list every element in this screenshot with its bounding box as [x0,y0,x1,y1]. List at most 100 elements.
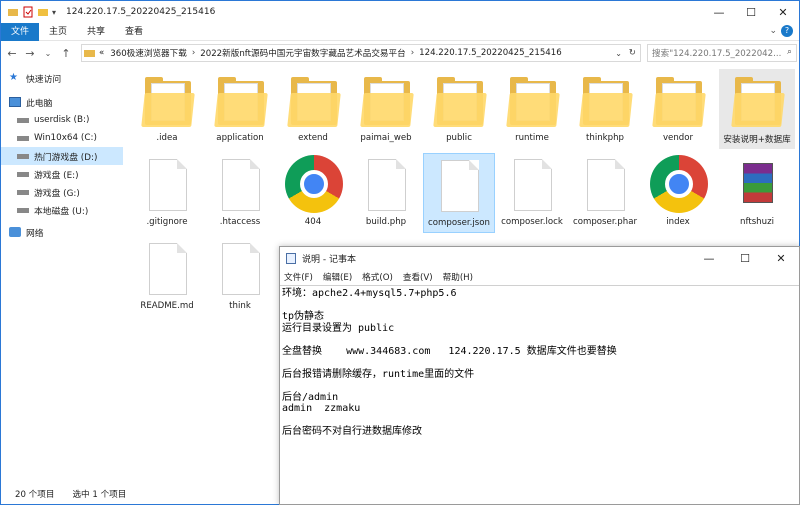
file-item[interactable]: index [642,153,714,233]
folder-icon [84,50,95,57]
folder-item[interactable]: runtime [496,69,568,149]
search-input[interactable]: 搜索"124.220.17.5_2022042... ⌕ [647,44,797,62]
notepad-maximize-button[interactable]: ☐ [727,247,763,269]
text-line [282,380,797,392]
notepad-close-button[interactable]: ✕ [763,247,799,269]
file-item[interactable]: README.md [131,237,203,317]
help-icon[interactable]: ? [781,25,793,37]
address-bar[interactable]: « 360极速浏览器下载 › 2022新版nft源码中国元宇宙数字藏品艺术品交易… [81,44,641,62]
file-name: README.md [140,301,194,311]
computer-icon [9,97,21,107]
document-icon [222,243,260,295]
sidebar-item-drive-e[interactable]: 游戏盘 (E:) [1,165,123,183]
qat-dropdown-icon[interactable]: ▾ [52,8,56,17]
breadcrumb-chevron-icon[interactable]: › [192,48,195,58]
folder-icon [8,9,18,16]
file-name: build.php [365,217,407,227]
file-name: extend [298,133,328,143]
navigation-pane: ★ 快速访问 此电脑 userdisk (B:) Win10x64 (C:) 热… [1,69,123,484]
recent-dropdown-icon[interactable]: ⌄ [41,49,55,58]
menu-edit[interactable]: 编辑(E) [323,271,352,283]
sidebar-item-drive-u[interactable]: 本地磁盘 (U:) [1,201,123,219]
breadcrumb-segment[interactable]: 360极速浏览器下载 [110,47,187,59]
folder-item[interactable]: extend [277,69,349,149]
refresh-icon[interactable]: ↻ [629,48,636,58]
file-item[interactable]: composer.lock [496,153,568,233]
up-arrow-icon[interactable]: ↑ [59,47,73,60]
notepad-icon [286,252,296,264]
drive-icon [17,153,29,159]
file-name: .idea [156,133,178,143]
menu-help[interactable]: 帮助(H) [443,271,473,283]
folder-item[interactable]: application [204,69,276,149]
sidebar-item-this-pc[interactable]: 此电脑 [1,93,123,111]
expand-ribbon-icon[interactable]: ⌄ [769,26,777,36]
folder-item[interactable]: vendor [642,69,714,149]
folder-item[interactable]: 安装说明+数据库 [719,69,795,149]
minimize-button[interactable]: — [703,1,735,23]
drive-icon [17,135,29,141]
forward-arrow-icon[interactable]: → [23,47,37,60]
text-line [282,334,797,346]
search-icon[interactable]: ⌕ [787,47,792,57]
navigation-bar: ← → ⌄ ↑ « 360极速浏览器下载 › 2022新版nft源码中国元宇宙数… [1,42,799,64]
text-line: 后台报错请删除缓存，runtime里面的文件 [282,368,475,380]
notepad-minimize-button[interactable]: — [691,247,727,269]
tab-file[interactable]: 文件 [1,22,40,41]
search-placeholder: 搜索"124.220.17.5_2022042... [652,49,782,59]
folder-item[interactable]: thinkphp [569,69,641,149]
file-name: runtime [515,133,549,143]
drive-icon [17,207,29,213]
sidebar-item-network[interactable]: 网络 [1,223,123,241]
drive-icon [17,189,29,195]
file-item[interactable]: nftshuzi [719,153,795,233]
breadcrumb-chevron-icon[interactable]: › [411,48,414,58]
breadcrumb-prefix[interactable]: « [99,48,104,58]
text-line: 环境：apche2.4+mysql5.7+php5.6 [282,288,457,299]
address-dropdown-icon[interactable]: ⌄ [615,49,622,58]
file-item[interactable]: composer.json [423,153,495,233]
document-icon [149,243,187,295]
menu-format[interactable]: 格式(O) [362,271,393,283]
sidebar-item-drive-d[interactable]: 热门游戏盘 (D:) [1,147,123,165]
title-bar: ▾ 124.220.17.5_20220425_215416 — ☐ ✕ [1,1,799,23]
document-icon [587,159,625,211]
file-item[interactable]: .gitignore [131,153,203,233]
document-icon [441,160,479,212]
document-icon [514,159,552,211]
file-name: paimai_web [360,133,412,143]
back-arrow-icon[interactable]: ← [5,47,19,60]
file-name: index [666,217,690,227]
text-line [282,357,797,369]
menu-file[interactable]: 文件(F) [284,271,313,283]
file-item[interactable]: 404 [277,153,349,233]
quick-access-toolbar: ▾ [1,6,56,18]
tab-home[interactable]: 主页 [39,23,77,41]
new-folder-icon[interactable] [37,6,49,18]
sidebar-item-quick-access[interactable]: ★ 快速访问 [1,69,123,87]
tab-share[interactable]: 共享 [77,23,115,41]
folder-item[interactable]: paimai_web [350,69,422,149]
file-item[interactable]: think [204,237,276,317]
sidebar-item-drive-c[interactable]: Win10x64 (C:) [1,129,123,147]
sidebar-item-drive-g[interactable]: 游戏盘 (G:) [1,183,123,201]
notepad-window: 说明 - 记事本 — ☐ ✕ 文件(F) 编辑(E) 格式(O) 查看(V) 帮… [279,246,800,505]
notepad-text-area[interactable]: 环境：apche2.4+mysql5.7+php5.6 tp伪静态 运行目录设置… [280,285,799,505]
file-name: 安装说明+数据库 [723,135,791,145]
file-item[interactable]: composer.phar [569,153,641,233]
file-item[interactable]: build.php [350,153,422,233]
folder-item[interactable]: .idea [131,69,203,149]
sidebar-item-drive-b[interactable]: userdisk (B:) [1,111,123,129]
drive-icon [17,171,29,177]
breadcrumb-segment[interactable]: 124.220.17.5_20220425_215416 [419,48,562,58]
close-button[interactable]: ✕ [767,1,799,23]
file-name: .htaccess [219,217,261,227]
folder-item[interactable]: public [423,69,495,149]
tab-view[interactable]: 查看 [115,23,153,41]
maximize-button[interactable]: ☐ [735,1,767,23]
menu-view[interactable]: 查看(V) [403,271,433,283]
properties-icon[interactable] [22,6,34,18]
document-icon [368,159,406,211]
breadcrumb-segment[interactable]: 2022新版nft源码中国元宇宙数字藏品艺术品交易平台 [200,47,405,59]
file-item[interactable]: .htaccess [204,153,276,233]
